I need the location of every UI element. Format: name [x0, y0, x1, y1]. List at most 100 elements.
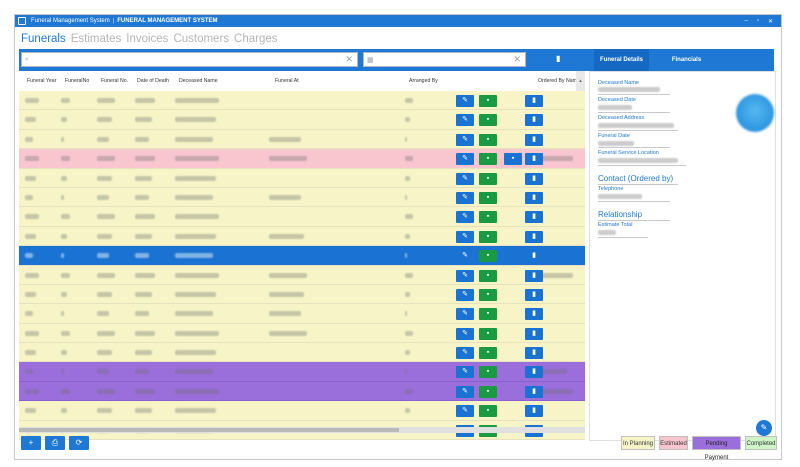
edit-row-button[interactable]: ✎ — [456, 230, 474, 243]
table-row[interactable]: ✎ ▪ ▮ — [19, 207, 585, 227]
edit-row-button[interactable]: ✎ — [456, 366, 474, 379]
table-row[interactable]: ✎ ▪ ▮ — [19, 323, 585, 344]
trash-icon[interactable]: ▮ — [556, 54, 560, 63]
cell-value — [97, 350, 112, 356]
delete-row-button[interactable]: ▮ — [525, 327, 543, 340]
delete-row-button[interactable]: ▮ — [525, 211, 543, 224]
add-estimate-button[interactable]: ▪ — [479, 153, 497, 166]
tab-funerals[interactable]: Funerals — [21, 33, 66, 45]
add-estimate-button[interactable]: ▪ — [479, 250, 497, 263]
tab-invoices[interactable]: Invoices — [126, 33, 168, 45]
edit-row-button[interactable]: ✎ — [456, 153, 474, 166]
edit-row-button[interactable]: ✎ — [456, 133, 474, 146]
cell-value — [175, 98, 219, 103]
table-row[interactable]: ✎ ▪ ▮ — [19, 343, 585, 363]
add-estimate-button[interactable]: ▪ — [479, 211, 497, 224]
add-estimate-button[interactable]: ▪ — [479, 133, 497, 146]
edit-row-button[interactable]: ✎ — [456, 385, 474, 398]
edit-row-button[interactable]: ✎ — [456, 405, 474, 418]
table-row[interactable]: ✎ ▪ ▮ — [19, 304, 585, 324]
tab-funeral-details[interactable]: Funeral Details — [594, 49, 649, 71]
edit-row-button[interactable]: ✎ — [456, 114, 474, 127]
table-row[interactable]: ✎ ▪ ▮ — [19, 187, 585, 208]
edit-row-button[interactable]: ✎ — [456, 288, 474, 301]
edit-row-button[interactable]: ✎ — [456, 191, 474, 204]
print-button[interactable]: ⎙ — [45, 436, 65, 450]
document-button[interactable]: ▪ — [504, 153, 522, 166]
delete-row-button[interactable]: ▮ — [525, 95, 543, 107]
add-estimate-button[interactable]: ▪ — [479, 327, 497, 340]
edit-row-button[interactable]: ✎ — [456, 308, 474, 321]
search-clear-icon[interactable]: ✕ — [345, 54, 353, 65]
table-row[interactable]: ✎ ▪ ▮ — [19, 401, 585, 421]
minimize-icon[interactable]: – — [744, 18, 747, 25]
delete-row-button[interactable]: ▮ — [525, 405, 543, 418]
delete-row-button[interactable]: ▮ — [525, 366, 543, 379]
tab-financials[interactable]: Financials — [659, 49, 714, 71]
add-estimate-button[interactable]: ▪ — [479, 288, 497, 301]
add-estimate-button[interactable]: ▪ — [479, 347, 497, 360]
add-estimate-button[interactable]: ▪ — [479, 405, 497, 418]
edit-row-button[interactable]: ✎ — [456, 250, 474, 263]
table-row[interactable]: ✎ ▪ ▮ — [19, 110, 585, 130]
edit-row-button[interactable]: ✎ — [456, 95, 474, 107]
delete-row-button[interactable]: ▮ — [525, 269, 543, 282]
delete-row-button[interactable]: ▮ — [525, 347, 543, 360]
col-date-of-death[interactable]: Date of Death — [137, 78, 169, 84]
table-row[interactable]: ✎ ▪ ▮ — [19, 246, 585, 266]
delete-row-button[interactable]: ▮ — [525, 133, 543, 146]
col-arranged-by[interactable]: Arranged By — [409, 78, 438, 84]
label-deceased-name: Deceased Name — [598, 80, 639, 86]
delete-row-button[interactable]: ▮ — [525, 153, 543, 166]
add-estimate-button[interactable]: ▪ — [479, 172, 497, 185]
delete-row-button[interactable]: ▮ — [525, 114, 543, 127]
table-row[interactable]: ✎ ▪ ▮ — [19, 265, 585, 285]
col-funeral-no[interactable]: Funeral No. — [101, 78, 128, 84]
add-estimate-button[interactable]: ▪ — [479, 114, 497, 127]
add-estimate-button[interactable]: ▪ — [479, 191, 497, 204]
col-funeralno[interactable]: FuneralNo — [65, 78, 89, 84]
add-estimate-button[interactable]: ▪ — [479, 385, 497, 398]
edit-row-button[interactable]: ✎ — [456, 269, 474, 282]
delete-row-button[interactable]: ▮ — [525, 230, 543, 243]
date-filter-input[interactable]: ▦ ✕ — [363, 52, 526, 67]
col-ordered-by-name[interactable]: Ordered By Name — [538, 78, 580, 84]
tab-customers[interactable]: Customers — [173, 33, 229, 45]
maximize-icon[interactable]: ▫ — [757, 18, 759, 25]
delete-row-button[interactable]: ▮ — [525, 288, 543, 301]
edit-row-button[interactable]: ✎ — [456, 211, 474, 224]
table-row[interactable]: ✎ ▪ ▮ — [19, 226, 585, 247]
delete-row-button[interactable]: ▮ — [525, 191, 543, 204]
edit-row-button[interactable]: ✎ — [456, 327, 474, 340]
add-estimate-button[interactable]: ▪ — [479, 308, 497, 321]
table-row[interactable]: ✎ ▪ ▮ — [19, 284, 585, 305]
add-estimate-button[interactable]: ▪ — [479, 95, 497, 107]
delete-row-button[interactable]: ▮ — [525, 385, 543, 398]
table-row[interactable]: ✎ ▪ ▮ — [19, 381, 585, 402]
add-estimate-button[interactable]: ▪ — [479, 366, 497, 379]
table-row[interactable]: ✎ ▪ ▪ ▮ — [19, 149, 585, 169]
delete-row-button[interactable]: ▮ — [525, 308, 543, 321]
col-deceased-name[interactable]: Deceased Name — [179, 78, 218, 84]
add-estimate-button[interactable]: ▪ — [479, 230, 497, 243]
scrollbar-thumb[interactable] — [19, 428, 399, 432]
table-row[interactable]: ✎ ▪ ▮ — [19, 129, 585, 150]
table-row[interactable]: ✎ ▪ ▮ — [19, 91, 585, 111]
add-estimate-button[interactable]: ▪ — [479, 269, 497, 282]
edit-row-button[interactable]: ✎ — [456, 172, 474, 185]
add-funeral-button[interactable]: + — [21, 436, 41, 450]
date-clear-icon[interactable]: ✕ — [513, 54, 521, 65]
table-row[interactable]: ✎ ▪ ▮ — [19, 168, 585, 188]
close-icon[interactable]: ✕ — [768, 18, 773, 25]
table-row[interactable]: ✎ ▪ ▮ — [19, 362, 585, 382]
scroll-up-icon[interactable]: ▴ — [576, 71, 585, 91]
tab-charges[interactable]: Charges — [234, 33, 277, 45]
refresh-button[interactable]: ⟳ — [69, 436, 89, 450]
col-funeral-year[interactable]: Funeral Year — [27, 78, 56, 84]
tab-estimates[interactable]: Estimates — [71, 33, 122, 45]
edit-row-button[interactable]: ✎ — [456, 347, 474, 360]
delete-row-button[interactable]: ▮ — [525, 250, 543, 263]
delete-row-button[interactable]: ▮ — [525, 172, 543, 185]
col-funeral-at[interactable]: Funeral At — [275, 78, 299, 84]
search-input[interactable]: ⌕ ✕ — [21, 52, 358, 67]
